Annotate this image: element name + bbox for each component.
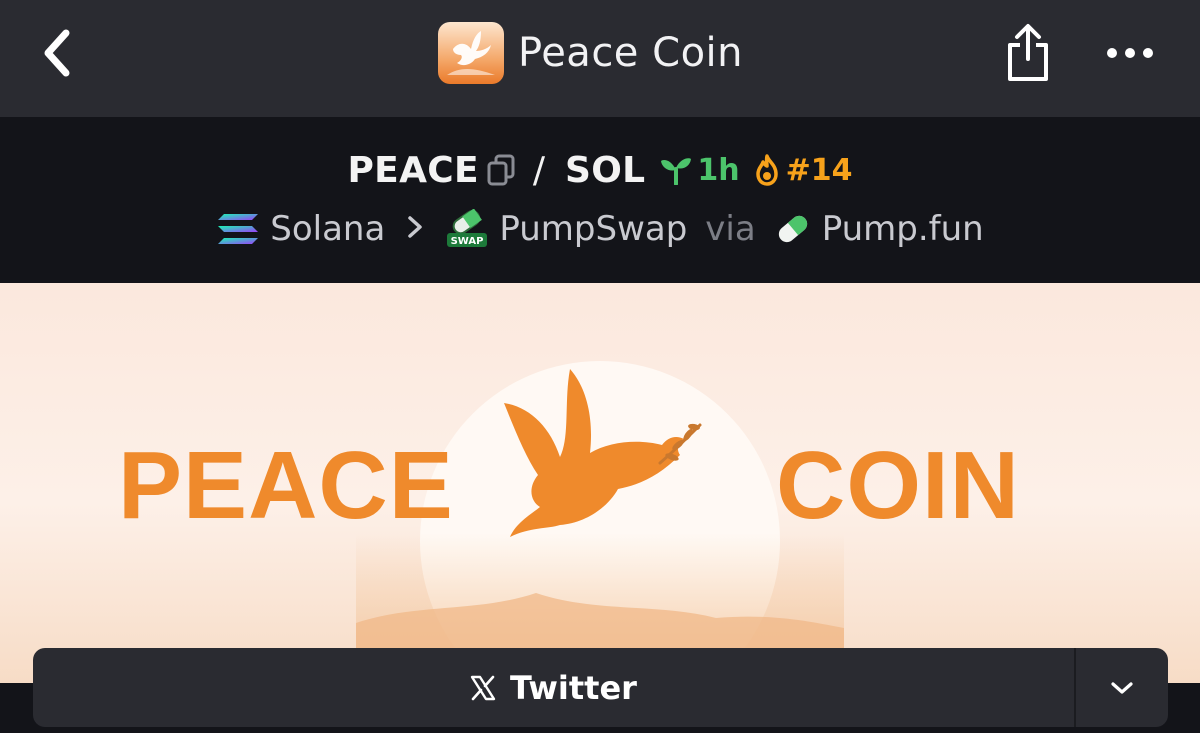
twitter-link-label: Twitter — [510, 668, 637, 707]
copy-icon[interactable] — [487, 154, 515, 186]
pair-age-text: 1h — [697, 152, 740, 188]
flame-icon — [755, 154, 778, 186]
social-link-bar: Twitter — [33, 648, 1168, 727]
pair-header: PEACE / SOL 1h #14 Solana SWAP PumpSwap … — [0, 117, 1200, 283]
dex-badge-text: SWAP — [451, 236, 484, 247]
dove-icon — [504, 369, 702, 537]
launchpad-link[interactable]: Pump.fun — [774, 209, 984, 249]
dex-name: PumpSwap — [499, 209, 688, 249]
launchpad-name: Pump.fun — [821, 209, 984, 249]
chevron-down-icon — [1111, 681, 1133, 694]
app-title: Peace Coin — [518, 30, 743, 76]
pair-age-badge: 1h — [659, 152, 740, 188]
back-button[interactable] — [34, 28, 78, 78]
token-title: Peace Coin — [438, 22, 743, 84]
pumpswap-icon: SWAP — [447, 209, 488, 247]
chain-name: Solana — [270, 209, 386, 249]
seedling-icon — [661, 158, 692, 185]
banner-word-right: COIN — [776, 432, 1020, 539]
quote-token-symbol: SOL — [565, 149, 646, 191]
trending-rank-badge: #14 — [754, 153, 853, 188]
more-horizontal-icon — [1107, 48, 1153, 58]
pill-icon — [778, 215, 807, 243]
twitter-link-button[interactable]: Twitter — [33, 648, 1074, 727]
share-icon — [1008, 24, 1048, 81]
chain-link[interactable]: Solana — [216, 209, 385, 249]
banner-word-left: PEACE — [118, 432, 454, 539]
more-options-button[interactable] — [1100, 30, 1160, 76]
route-breadcrumb: Solana SWAP PumpSwap via Pump.fun — [0, 207, 1200, 251]
via-label: via — [705, 209, 756, 249]
x-logo-icon — [470, 675, 496, 700]
token-banner-image: PEACE COIN — [0, 283, 1200, 683]
more-links-toggle[interactable] — [1076, 648, 1168, 727]
solana-icon — [218, 214, 259, 244]
base-token-symbol: PEACE — [347, 149, 479, 191]
chevron-right-icon — [407, 212, 423, 247]
share-button[interactable] — [1000, 22, 1056, 84]
chevron-left-icon — [44, 29, 70, 77]
token-logo — [438, 22, 504, 84]
pair-separator: / — [532, 149, 545, 191]
top-nav-bar: Peace Coin — [0, 0, 1200, 117]
pair-row: PEACE / SOL 1h #14 — [0, 147, 1200, 193]
trending-rank-text: #14 — [785, 152, 853, 188]
dex-link[interactable]: SWAP PumpSwap — [445, 209, 687, 249]
